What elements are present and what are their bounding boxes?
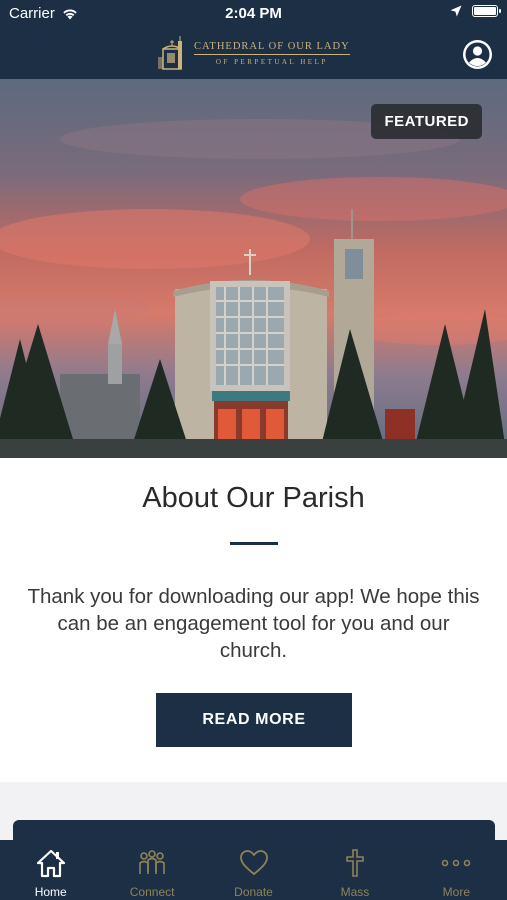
- about-parish-card: About Our Parish Thank you for downloadi…: [0, 458, 507, 782]
- tab-connect[interactable]: Connect: [101, 840, 202, 900]
- status-time: 2:04 PM: [225, 5, 282, 22]
- tab-mass-label: Mass: [340, 885, 370, 899]
- card-title: About Our Parish: [142, 482, 365, 514]
- parish-logo: CATHEDRAL OF OUR LADY OF PERPETUAL HELP: [158, 35, 350, 71]
- tab-donate[interactable]: Donate: [203, 840, 304, 900]
- tab-donate-label: Donate: [234, 885, 273, 899]
- tab-home-label: Home: [34, 885, 67, 899]
- home-icon: [36, 849, 65, 878]
- title-divider: [230, 542, 278, 545]
- tab-mass[interactable]: Mass: [304, 840, 405, 900]
- cross-icon: [346, 849, 364, 877]
- more-icon: [442, 859, 471, 867]
- tab-home[interactable]: Home: [0, 840, 101, 900]
- heart-icon: [239, 850, 268, 876]
- bottom-tab-bar: Home Connect Donate Mass More: [0, 840, 507, 900]
- read-more-button[interactable]: READ MORE: [156, 693, 352, 747]
- card-description: Thank you for downloading our app! We ho…: [27, 585, 480, 662]
- featured-badge: FEATURED: [371, 104, 482, 139]
- battery-icon: [472, 5, 501, 17]
- tab-connect-label: Connect: [129, 885, 175, 899]
- logo-title: CATHEDRAL OF OUR LADY: [194, 41, 350, 55]
- logo-subtitle: OF PERPETUAL HELP: [215, 57, 328, 66]
- app-header: CATHEDRAL OF OUR LADY OF PERPETUAL HELP: [0, 30, 507, 79]
- location-arrow-icon: [450, 5, 462, 17]
- user-avatar-icon: [465, 42, 490, 67]
- featured-hero-image[interactable]: FEATURED: [0, 79, 507, 458]
- people-icon: [139, 850, 165, 874]
- tab-more-label: More: [442, 885, 470, 899]
- cathedral-logo-icon: [158, 36, 182, 70]
- profile-button[interactable]: [463, 40, 492, 69]
- status-bar: Carrier 2:04 PM: [0, 0, 507, 30]
- tab-more[interactable]: More: [406, 840, 507, 900]
